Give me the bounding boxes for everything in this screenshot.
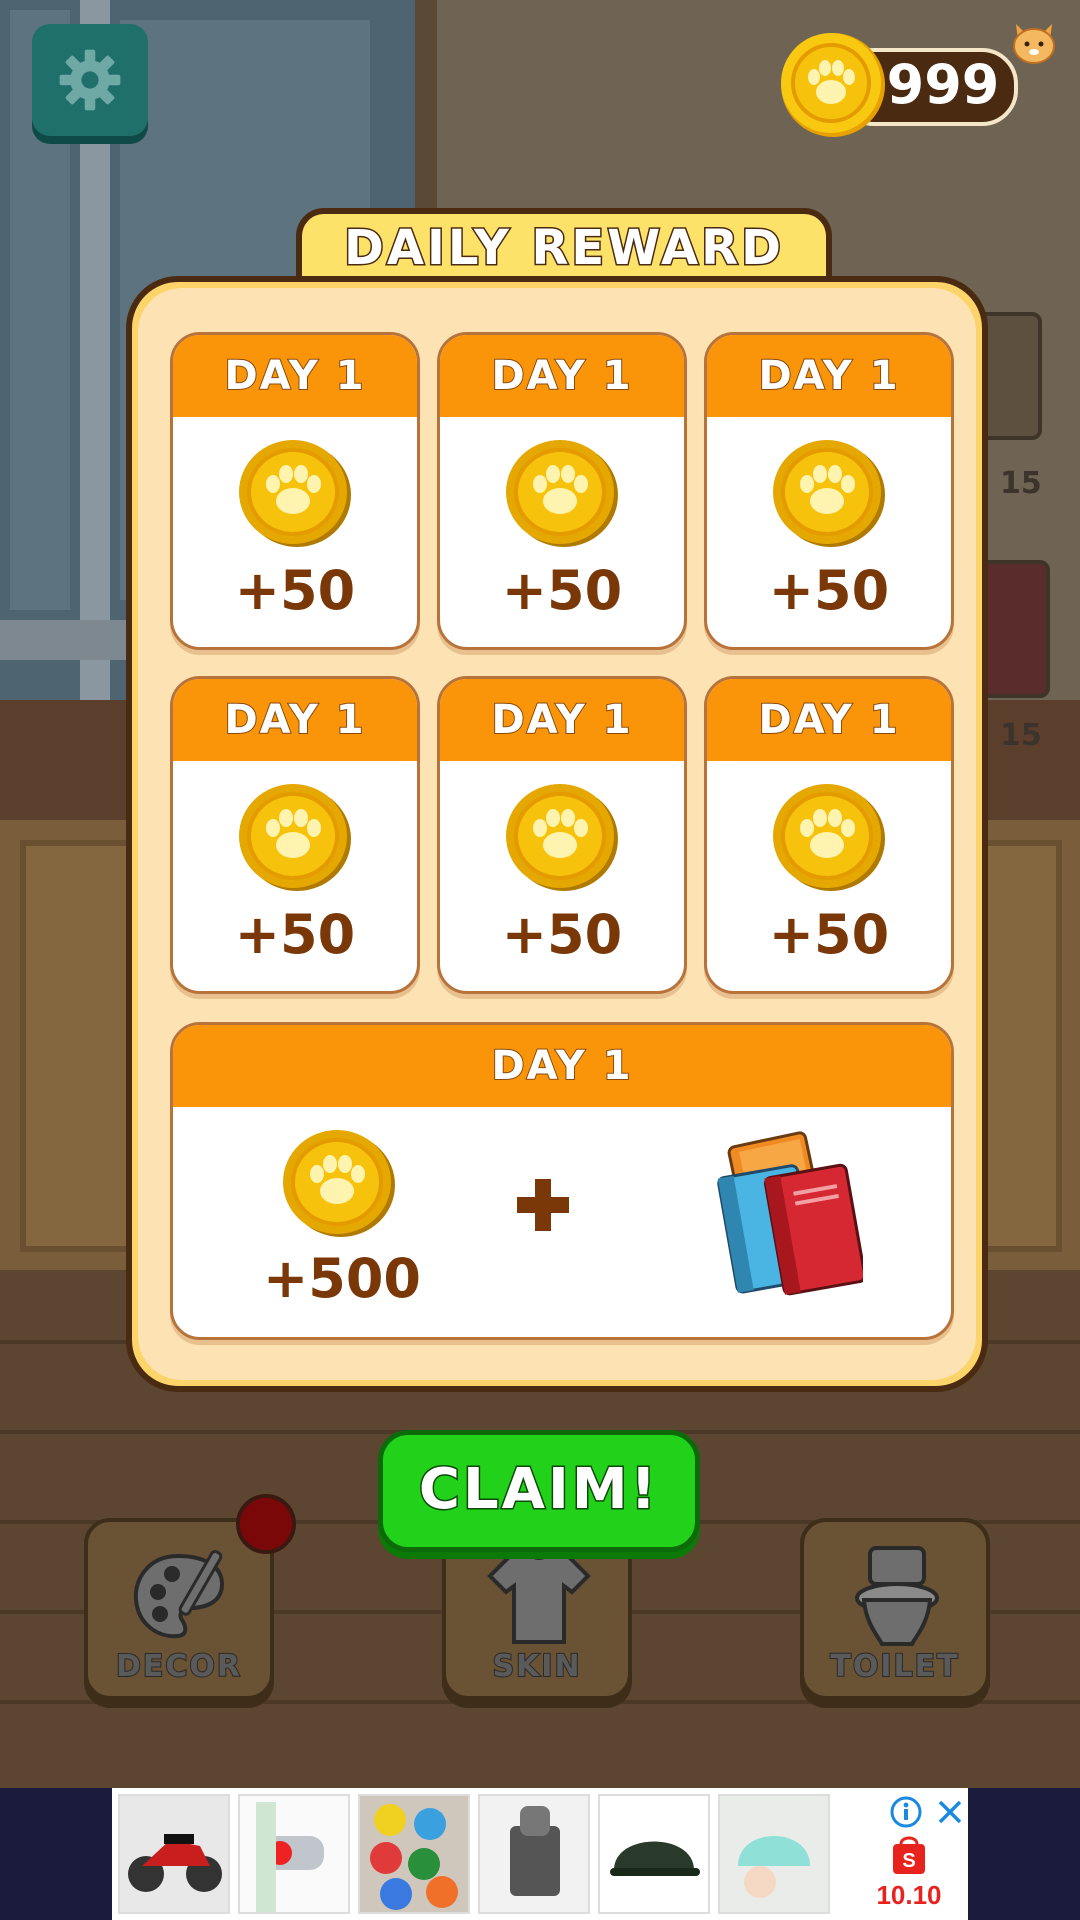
gear-icon xyxy=(59,49,121,111)
card-amount: +50 xyxy=(768,559,890,622)
reward-card-big[interactable]: DAY 1 +500 xyxy=(170,1022,954,1340)
paw-coin-icon xyxy=(769,437,887,549)
shirt-icon xyxy=(487,1550,591,1644)
card-amount: +50 xyxy=(501,903,623,966)
shelf-price: 15 xyxy=(1000,718,1042,753)
settings-button[interactable] xyxy=(32,24,148,136)
shopee-badge[interactable]: S 10.10 xyxy=(864,1832,954,1912)
close-icon[interactable] xyxy=(934,1796,966,1828)
paw-coin-icon xyxy=(502,781,620,893)
reward-card[interactable]: DAY 1 +50 xyxy=(437,676,687,994)
card-day-label: DAY 1 xyxy=(440,335,684,417)
toilet-button[interactable]: TOILET xyxy=(800,1518,990,1700)
reward-card[interactable]: DAY 1 +50 xyxy=(437,332,687,650)
reward-card[interactable]: DAY 1 +50 xyxy=(704,332,954,650)
plus-icon xyxy=(517,1179,569,1231)
palette-icon xyxy=(133,1550,225,1639)
paw-coin-icon xyxy=(235,781,353,893)
card-amount: +50 xyxy=(501,559,623,622)
reward-card[interactable]: DAY 1 +50 xyxy=(170,332,420,650)
card-amount: +50 xyxy=(768,903,890,966)
svg-text:S: S xyxy=(902,1850,915,1872)
ad-thumbnail-white-helmet[interactable] xyxy=(718,1794,830,1914)
info-icon[interactable] xyxy=(890,1796,922,1828)
paw-coin-icon xyxy=(279,1127,397,1239)
card-day-label: DAY 1 xyxy=(173,679,417,761)
ad-thumbnail-exhaust[interactable] xyxy=(478,1794,590,1914)
shelf-item-book xyxy=(980,560,1050,698)
card-amount: +50 xyxy=(234,903,356,966)
card-amount: +500 xyxy=(263,1247,421,1310)
coin-total: 999 xyxy=(886,53,1000,116)
card-day-label: DAY 1 xyxy=(707,335,951,417)
reward-card[interactable]: DAY 1 +50 xyxy=(704,676,954,994)
ad-thumbnail-black-helmet[interactable] xyxy=(598,1794,710,1914)
claim-button[interactable]: CLAIM! xyxy=(378,1430,700,1552)
card-day-label: DAY 1 xyxy=(707,679,951,761)
skin-label: SKIN xyxy=(491,1648,582,1685)
paw-coin-icon xyxy=(235,437,353,549)
decor-label: DECOR xyxy=(115,1648,242,1685)
coin-counter: 999 xyxy=(778,30,1038,140)
paw-coin-icon xyxy=(769,781,887,893)
card-day-label: DAY 1 xyxy=(173,335,417,417)
card-day-label: DAY 1 xyxy=(173,1025,951,1107)
notification-badge xyxy=(236,1494,296,1554)
ad-thumbnail-part[interactable] xyxy=(238,1794,350,1914)
ad-thumbnail-helmets[interactable] xyxy=(358,1794,470,1914)
ad-badge-text: 10.10 xyxy=(876,1880,942,1910)
paw-coin-icon xyxy=(502,437,620,549)
modal-title: DAILY REWARD xyxy=(343,219,784,278)
toilet-icon xyxy=(855,1546,939,1646)
shelf-price: 15 xyxy=(1000,466,1042,501)
ad-banner[interactable]: S 10.10 xyxy=(112,1788,968,1920)
card-day-label: DAY 1 xyxy=(440,679,684,761)
reward-card[interactable]: DAY 1 +50 xyxy=(170,676,420,994)
toilet-label: TOILET xyxy=(829,1648,960,1685)
shopping-bag-icon: S xyxy=(893,1836,925,1874)
cat-mascot-icon xyxy=(1013,24,1055,64)
card-amount: +50 xyxy=(234,559,356,622)
ad-thumbnail-motorbike[interactable] xyxy=(118,1794,230,1914)
books-icon xyxy=(717,1131,863,1296)
paw-coin-icon xyxy=(781,33,885,137)
